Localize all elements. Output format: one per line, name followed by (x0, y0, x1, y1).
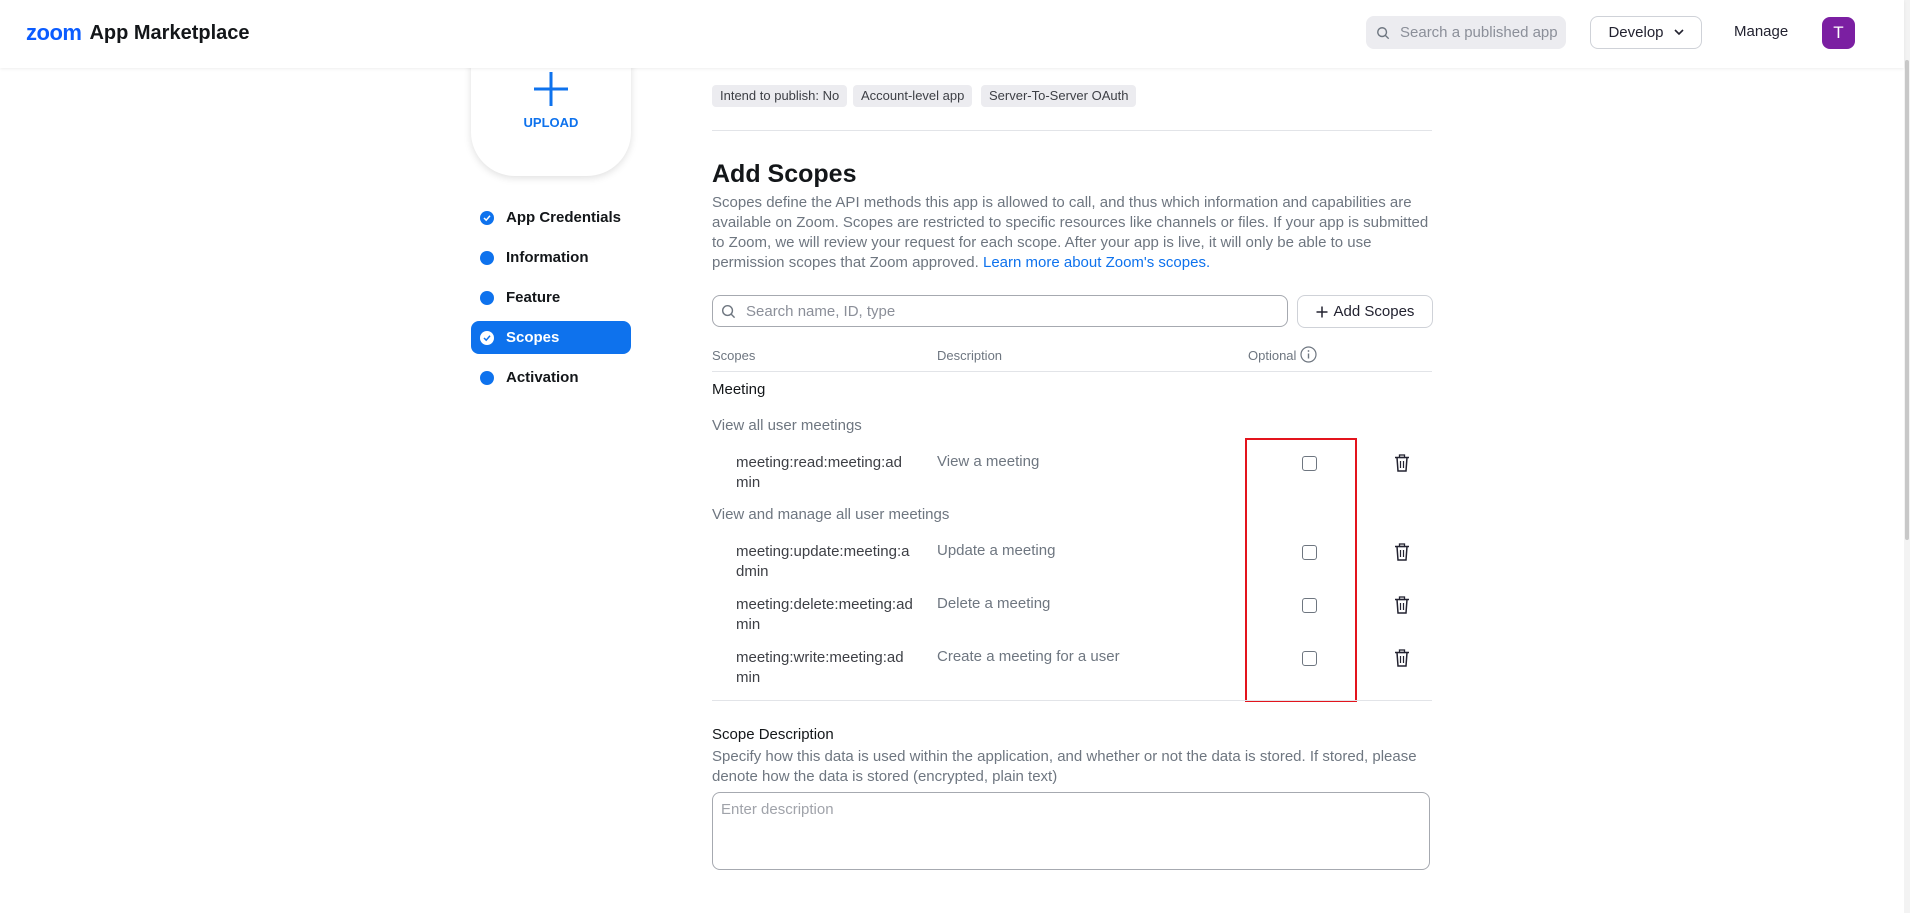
marketplace-search[interactable] (1366, 16, 1566, 49)
scope-name-line1: meeting:update:meeting:a (736, 543, 910, 560)
scope-search-input[interactable] (744, 301, 1268, 321)
scope-group-title: Meeting (712, 381, 766, 398)
scope-name-line2: min (736, 616, 761, 633)
column-header-description: Description (937, 348, 1003, 363)
optional-column-highlight (1245, 438, 1357, 702)
step-dot-icon (480, 290, 494, 305)
step-dot-icon (480, 250, 494, 265)
scope-search[interactable] (712, 295, 1288, 327)
scope-description: Delete a meeting (937, 595, 1051, 612)
zoom-logo: zoom (26, 20, 82, 45)
plus-icon (1316, 306, 1328, 317)
add-scopes-button[interactable]: Add Scopes (1297, 295, 1433, 328)
sidebar-item-label: Activation (506, 369, 579, 386)
scope-description-title: Scope Description (712, 726, 834, 743)
manage-link[interactable]: Manage (1734, 23, 1788, 40)
search-icon (721, 304, 736, 318)
scope-description-help: Specify how this data is used within the… (712, 748, 1417, 785)
avatar[interactable]: T (1822, 17, 1855, 49)
table-header-divider (712, 371, 1432, 372)
marketplace-title: App Marketplace (89, 21, 250, 44)
scope-subgroup-title: View all user meetings (712, 417, 862, 434)
tag-oauth-type: Server-To-Server OAuth (981, 85, 1137, 107)
scope-name: meeting:read:meeting:ad min (736, 453, 908, 493)
table-bottom-divider (712, 700, 1432, 701)
trash-icon[interactable] (1394, 649, 1410, 667)
column-header-optional: Optional (1248, 348, 1297, 363)
scope-name-line1: meeting:delete:meeting:ad (736, 596, 913, 613)
scope-description: Create a meeting for a user (937, 648, 1120, 665)
tag-publish: Intend to publish: No (712, 85, 848, 107)
develop-dropdown[interactable]: Develop (1590, 16, 1702, 49)
add-scopes-heading: Add Scopes (712, 160, 857, 188)
sidebar-item-activation[interactable]: Activation (471, 361, 631, 394)
upload-label: UPLOAD (523, 115, 579, 130)
add-scopes-label: Add Scopes (1333, 303, 1415, 320)
scope-description: Update a meeting (937, 542, 1056, 559)
trash-icon[interactable] (1394, 596, 1410, 614)
sidebar-item-feature[interactable]: Feature (471, 281, 631, 314)
column-header-scopes: Scopes (712, 348, 756, 363)
chevron-down-icon (1673, 29, 1684, 36)
scope-subgroup-title: View and manage all user meetings (712, 506, 950, 523)
scope-name-line1: meeting:read:meeting:ad (736, 454, 902, 471)
top-navbar: zoom App Marketplace Develop Manage T (0, 0, 1904, 68)
plus-icon (534, 72, 568, 106)
scope-name-line1: meeting:write:meeting:ad (736, 649, 904, 666)
scope-name-line2: min (736, 474, 761, 491)
check-circle-icon (480, 210, 494, 225)
scrollbar-thumb[interactable] (1905, 60, 1909, 540)
divider (712, 130, 1432, 131)
trash-icon[interactable] (1394, 543, 1410, 561)
info-icon[interactable] (1300, 346, 1317, 363)
develop-label: Develop (1608, 24, 1664, 41)
scope-name-line2: min (736, 669, 761, 686)
sidebar-item-label: Information (506, 249, 589, 266)
scope-name: meeting:delete:meeting:ad min (736, 595, 913, 635)
step-dot-icon (480, 370, 494, 385)
learn-more-link[interactable]: Learn more about Zoom's scopes. (983, 254, 1210, 271)
sidebar-item-label: Feature (506, 289, 561, 306)
sidebar-item-label: Scopes (506, 329, 560, 346)
scopes-description: Scopes define the API methods this app i… (712, 193, 1432, 273)
sidebar-item-scopes[interactable]: Scopes (471, 321, 631, 354)
scope-name: meeting:update:meeting:a dmin (736, 542, 910, 582)
scope-name-line2: dmin (736, 563, 769, 580)
scope-description-input[interactable] (712, 792, 1430, 870)
scope-name: meeting:write:meeting:ad min (736, 648, 908, 688)
sidebar-item-app-credentials[interactable]: App Credentials (471, 201, 631, 234)
search-icon (1377, 26, 1390, 39)
tag-account-level: Account-level app (853, 85, 973, 107)
sidebar-item-label: App Credentials (506, 209, 622, 226)
brand-logo[interactable]: zoom App Marketplace (26, 20, 250, 46)
marketplace-search-input[interactable] (1398, 23, 1562, 42)
trash-icon[interactable] (1394, 454, 1410, 472)
check-circle-icon (480, 330, 494, 345)
scope-description: View a meeting (937, 453, 1040, 470)
sidebar-item-information[interactable]: Information (471, 241, 631, 274)
